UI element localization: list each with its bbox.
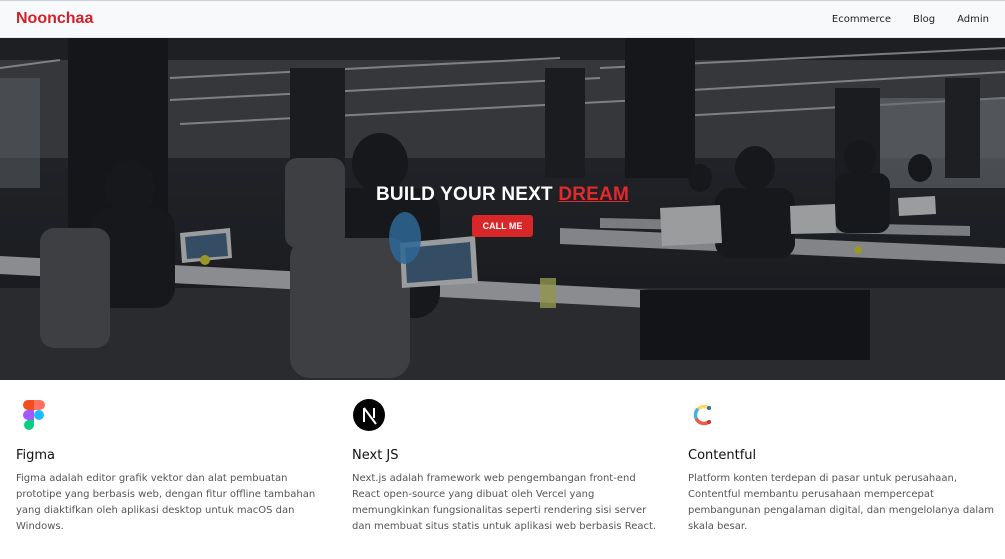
feature-title: Figma (16, 448, 56, 463)
nav-link-ecommerce[interactable]: Ecommerce (832, 14, 891, 25)
features-section: Figma Figma adalah editor grafik vektor … (0, 380, 1005, 559)
hero-title: BUILD YOUR NEXT DREAM (0, 184, 1005, 206)
call-me-button[interactable]: CALL ME (471, 215, 534, 237)
hero-banner: BUILD YOUR NEXT DREAM CALL ME (0, 38, 1005, 380)
feature-title: Contentful (688, 448, 757, 463)
brand-logo-link[interactable]: Noonchaa (16, 10, 93, 28)
nav-links: Ecommerce Blog Admin (810, 14, 989, 25)
top-navbar: Noonchaa Ecommerce Blog Admin (0, 0, 1005, 38)
nav-link-admin[interactable]: Admin (957, 14, 989, 25)
nav-link-blog[interactable]: Blog (913, 14, 935, 25)
contentful-icon (693, 404, 711, 426)
feature-card-figma: Figma Figma adalah editor grafik vektor … (16, 398, 331, 535)
hero-content: BUILD YOUR NEXT DREAM CALL ME (0, 184, 1005, 237)
figma-icon (23, 400, 45, 430)
feature-description: Platform konten terdepan di pasar untuk … (688, 473, 994, 532)
feature-description: Figma adalah editor grafik vektor dan al… (16, 473, 316, 532)
hero-title-prefix: BUILD YOUR NEXT (376, 184, 553, 205)
feature-card-nextjs: Next JS Next.js adalah framework web pen… (352, 398, 667, 535)
nextjs-icon (353, 399, 385, 431)
feature-card-contentful: Contentful Platform konten terdepan di p… (688, 398, 1003, 535)
feature-title: Next JS (352, 448, 399, 463)
feature-description: Next.js adalah framework web pengembanga… (352, 473, 657, 532)
hero-title-accent: DREAM (558, 184, 629, 205)
